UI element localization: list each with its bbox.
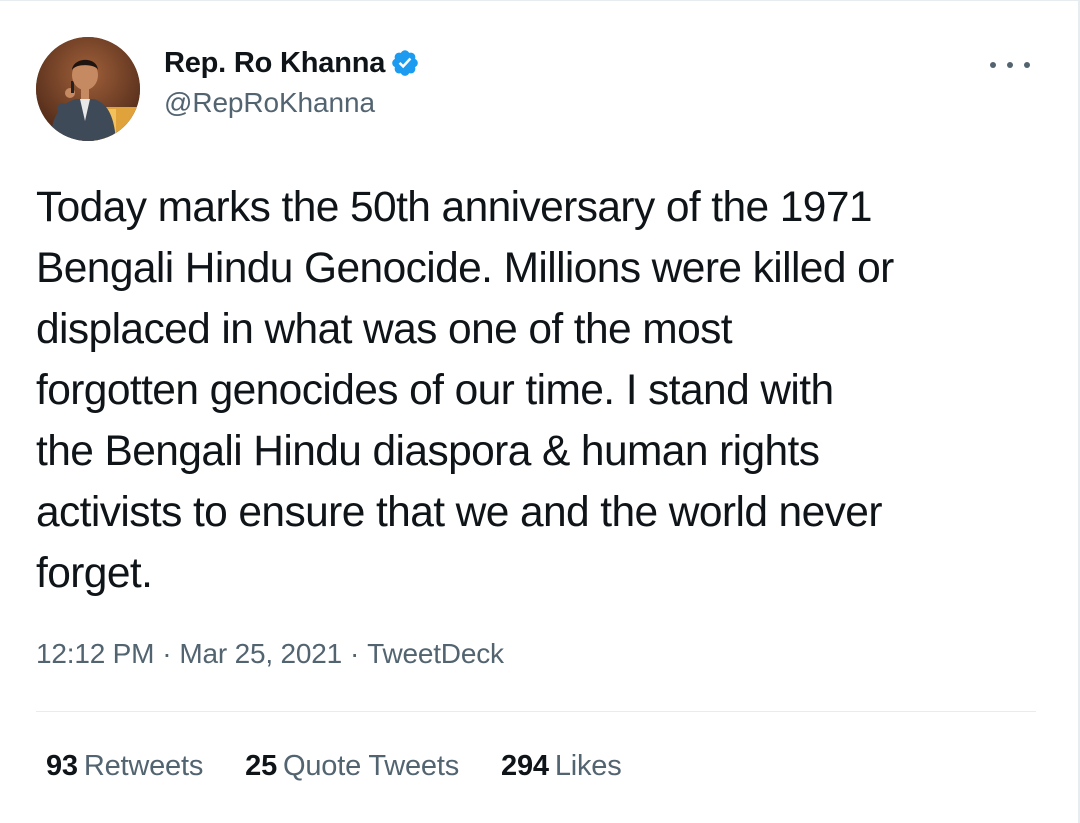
quote-tweets-label: Quote Tweets xyxy=(283,750,460,782)
retweets-stat[interactable]: 93 Retweets xyxy=(46,750,203,783)
author-info: Rep. Ro Khanna @RepRoKhanna xyxy=(164,43,420,119)
retweets-label: Retweets xyxy=(83,750,204,782)
display-name[interactable]: Rep. Ro Khanna xyxy=(164,47,385,80)
quote-tweets-stat[interactable]: 25 Quote Tweets xyxy=(245,750,459,783)
ellipsis-icon[interactable] xyxy=(990,55,1030,75)
likes-label: Likes xyxy=(554,750,622,782)
tweet-header: Rep. Ro Khanna @RepRoKhanna xyxy=(36,37,1044,141)
more-dot xyxy=(990,62,996,68)
avatar[interactable] xyxy=(36,37,140,141)
tweet-source[interactable]: TweetDeck xyxy=(367,638,504,669)
tweet-stats: 93 Retweets 25 Quote Tweets 294 Likes xyxy=(46,750,664,783)
tweet-text: Today marks the 50th anniversary of the … xyxy=(36,184,894,597)
avatar-photo xyxy=(36,37,140,141)
tweet-time[interactable]: 12:12 PM xyxy=(36,638,154,669)
handle[interactable]: @RepRoKhanna xyxy=(164,87,420,119)
tweet-date[interactable]: Mar 25, 2021 xyxy=(179,638,342,669)
more-dot xyxy=(1007,62,1013,68)
meta-separator: · xyxy=(162,638,172,669)
verified-badge-icon xyxy=(390,48,420,78)
quote-tweets-count: 25 xyxy=(245,750,278,782)
likes-stat[interactable]: 294 Likes xyxy=(501,750,622,783)
likes-count: 294 xyxy=(501,750,549,782)
name-row: Rep. Ro Khanna xyxy=(164,43,420,83)
retweets-count: 93 xyxy=(46,750,78,782)
more-dot xyxy=(1024,62,1030,68)
divider xyxy=(36,711,1036,712)
tweet-card: Rep. Ro Khanna @RepRoKhanna Today marks … xyxy=(0,0,1080,823)
meta-separator: · xyxy=(349,638,360,669)
tweet-meta: 12:12 PM · Mar 25, 2021 · TweetDeck xyxy=(36,638,504,670)
